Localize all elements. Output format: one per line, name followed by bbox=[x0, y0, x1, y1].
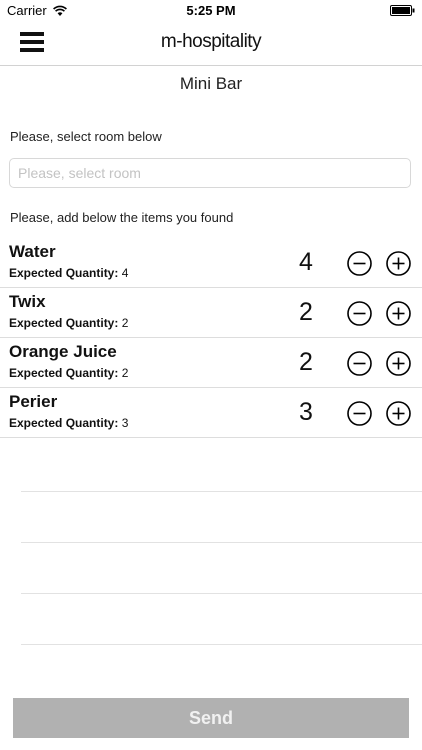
item-row-twix: Twix Expected Quantity: 2 2 bbox=[0, 288, 422, 338]
item-quantity: 2 bbox=[299, 298, 313, 326]
minus-circle-icon[interactable] bbox=[347, 401, 372, 426]
status-bar: Carrier 5:25 PM bbox=[0, 0, 422, 22]
item-name: Water bbox=[9, 242, 56, 261]
navigation-bar: m-hospitality bbox=[0, 22, 422, 66]
empty-row-divider bbox=[21, 491, 422, 492]
plus-circle-icon[interactable] bbox=[386, 351, 411, 376]
status-time: 5:25 PM bbox=[186, 3, 236, 18]
expected-label: Expected Quantity: bbox=[9, 366, 119, 380]
item-name: Perier bbox=[9, 392, 58, 411]
empty-row-divider bbox=[21, 593, 422, 594]
item-quantity: 3 bbox=[299, 398, 313, 426]
expected-value: 3 bbox=[121, 416, 129, 430]
send-button[interactable]: Send bbox=[13, 698, 409, 738]
minus-circle-icon[interactable] bbox=[347, 301, 372, 326]
empty-row-divider bbox=[21, 542, 422, 543]
minus-circle-icon[interactable] bbox=[347, 351, 372, 376]
item-quantity: 2 bbox=[299, 348, 313, 376]
plus-circle-icon[interactable] bbox=[386, 301, 411, 326]
brand-logo: m-hospitality bbox=[160, 31, 262, 52]
minus-circle-icon[interactable] bbox=[347, 251, 372, 276]
room-instruction: Please, select room below bbox=[10, 129, 162, 144]
item-name: Orange Juice bbox=[9, 342, 117, 361]
expected-value: 2 bbox=[121, 366, 129, 380]
battery-icon bbox=[390, 5, 415, 16]
item-expected-quantity: Expected Quantity: 2 bbox=[9, 316, 128, 330]
room-select-input[interactable] bbox=[9, 158, 411, 188]
expected-label: Expected Quantity: bbox=[9, 316, 119, 330]
expected-label: Expected Quantity: bbox=[9, 416, 119, 430]
expected-label: Expected Quantity: bbox=[9, 266, 119, 280]
item-row-perier: Perier Expected Quantity: 3 3 bbox=[0, 388, 422, 438]
items-list: Water Expected Quantity: 4 4 Twix Expect… bbox=[0, 238, 422, 438]
item-expected-quantity: Expected Quantity: 4 bbox=[9, 266, 128, 280]
item-row-orange-juice: Orange Juice Expected Quantity: 2 2 bbox=[0, 338, 422, 388]
plus-circle-icon[interactable] bbox=[386, 251, 411, 276]
expected-value: 2 bbox=[121, 316, 129, 330]
item-row-water: Water Expected Quantity: 4 4 bbox=[0, 238, 422, 288]
item-expected-quantity: Expected Quantity: 2 bbox=[9, 366, 128, 380]
item-quantity: 4 bbox=[299, 248, 313, 276]
page-title: Mini Bar bbox=[179, 74, 243, 93]
item-expected-quantity: Expected Quantity: 3 bbox=[9, 416, 128, 430]
expected-value: 4 bbox=[121, 266, 129, 280]
plus-circle-icon[interactable] bbox=[386, 401, 411, 426]
item-name: Twix bbox=[9, 292, 46, 311]
items-instruction: Please, add below the items you found bbox=[10, 210, 234, 225]
mini-bar-screen: Carrier 5:25 PM m-hospitality Mini Bar P… bbox=[0, 0, 422, 750]
empty-row-divider bbox=[21, 644, 422, 645]
